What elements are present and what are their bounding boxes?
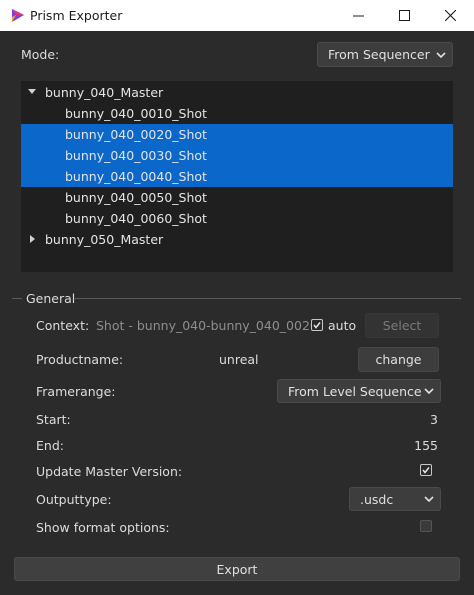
title-bar: Prism Exporter bbox=[0, 0, 474, 31]
auto-checkbox[interactable] bbox=[311, 319, 323, 331]
tree-item-label: bunny_040_0010_Shot bbox=[65, 106, 207, 121]
export-button[interactable]: Export bbox=[14, 557, 460, 581]
framerange-select[interactable]: From Level Sequence bbox=[277, 379, 441, 403]
mode-select-value: From Sequencer bbox=[328, 47, 430, 62]
framerange-select-value: From Level Sequence bbox=[288, 383, 422, 399]
maximize-icon bbox=[398, 10, 410, 21]
tree-item-label: bunny_050_Master bbox=[45, 232, 164, 247]
tree-item-shot-0040[interactable]: bunny_040_0040_Shot bbox=[21, 166, 453, 187]
show-format-label: Show format options: bbox=[36, 520, 170, 535]
tree-item-label: bunny_040_0020_Shot bbox=[65, 127, 207, 142]
show-format-checkbox[interactable] bbox=[420, 520, 432, 532]
tree-item-label: bunny_040_0060_Shot bbox=[65, 211, 207, 226]
tree-item-bunny-050-master[interactable]: bunny_050_Master bbox=[21, 229, 453, 250]
tree-item-shot-0060[interactable]: bunny_040_0060_Shot bbox=[21, 208, 453, 229]
checkmark-icon bbox=[313, 322, 321, 329]
productname-value: unreal bbox=[219, 352, 259, 367]
tree-item-shot-0030[interactable]: bunny_040_0030_Shot bbox=[21, 145, 453, 166]
outputtype-select-value: .usdc bbox=[360, 491, 394, 507]
tree-item-shot-0050[interactable]: bunny_040_0050_Shot bbox=[21, 187, 453, 208]
maximize-button[interactable] bbox=[381, 0, 427, 31]
mode-label: Mode: bbox=[21, 47, 60, 62]
tree-item-label: bunny_040_0030_Shot bbox=[65, 148, 207, 163]
minimize-button[interactable] bbox=[335, 0, 381, 31]
prism-logo-icon bbox=[12, 9, 24, 22]
chevron-down-icon bbox=[424, 388, 434, 395]
chevron-down-icon bbox=[436, 51, 446, 58]
minimize-icon bbox=[352, 15, 364, 17]
start-label: Start: bbox=[36, 412, 71, 427]
productname-label: Productname: bbox=[36, 352, 124, 367]
context-value: Shot - bunny_040-bunny_040_0020 bbox=[96, 318, 318, 333]
outputtype-label: Outputtype: bbox=[36, 492, 112, 507]
window-title: Prism Exporter bbox=[30, 8, 123, 23]
collapsed-arrow-icon bbox=[30, 235, 35, 243]
tree-item-label: bunny_040_0040_Shot bbox=[65, 169, 207, 184]
close-icon bbox=[444, 10, 456, 21]
sequence-tree[interactable]: bunny_040_Master bunny_040_0010_Shot bun… bbox=[21, 81, 453, 272]
select-context-button[interactable]: Select bbox=[365, 313, 439, 338]
tree-item-shot-0010[interactable]: bunny_040_0010_Shot bbox=[21, 103, 453, 124]
update-master-checkbox[interactable] bbox=[420, 464, 432, 476]
tree-item-label: bunny_040_0050_Shot bbox=[65, 190, 207, 205]
group-divider bbox=[12, 298, 22, 299]
tree-item-shot-0020[interactable]: bunny_040_0020_Shot bbox=[21, 124, 453, 145]
checkmark-icon bbox=[422, 467, 430, 474]
start-value[interactable]: 3 bbox=[388, 412, 438, 427]
general-group-title: General bbox=[26, 291, 76, 306]
context-label: Context: bbox=[36, 318, 90, 333]
group-divider bbox=[75, 298, 461, 299]
end-label: End: bbox=[36, 438, 64, 453]
update-master-label: Update Master Version: bbox=[36, 464, 183, 479]
change-product-button[interactable]: change bbox=[358, 347, 439, 372]
outputtype-select[interactable]: .usdc bbox=[349, 487, 441, 511]
tree-item-bunny-040-master[interactable]: bunny_040_Master bbox=[21, 82, 453, 103]
chevron-down-icon bbox=[424, 496, 434, 503]
auto-label: auto bbox=[328, 318, 357, 333]
tree-item-label: bunny_040_Master bbox=[45, 85, 164, 100]
expanded-arrow-icon bbox=[28, 89, 36, 94]
framerange-label: Framerange: bbox=[36, 384, 116, 399]
close-button[interactable] bbox=[427, 0, 473, 31]
end-value[interactable]: 155 bbox=[388, 438, 438, 453]
mode-select[interactable]: From Sequencer bbox=[317, 42, 453, 67]
